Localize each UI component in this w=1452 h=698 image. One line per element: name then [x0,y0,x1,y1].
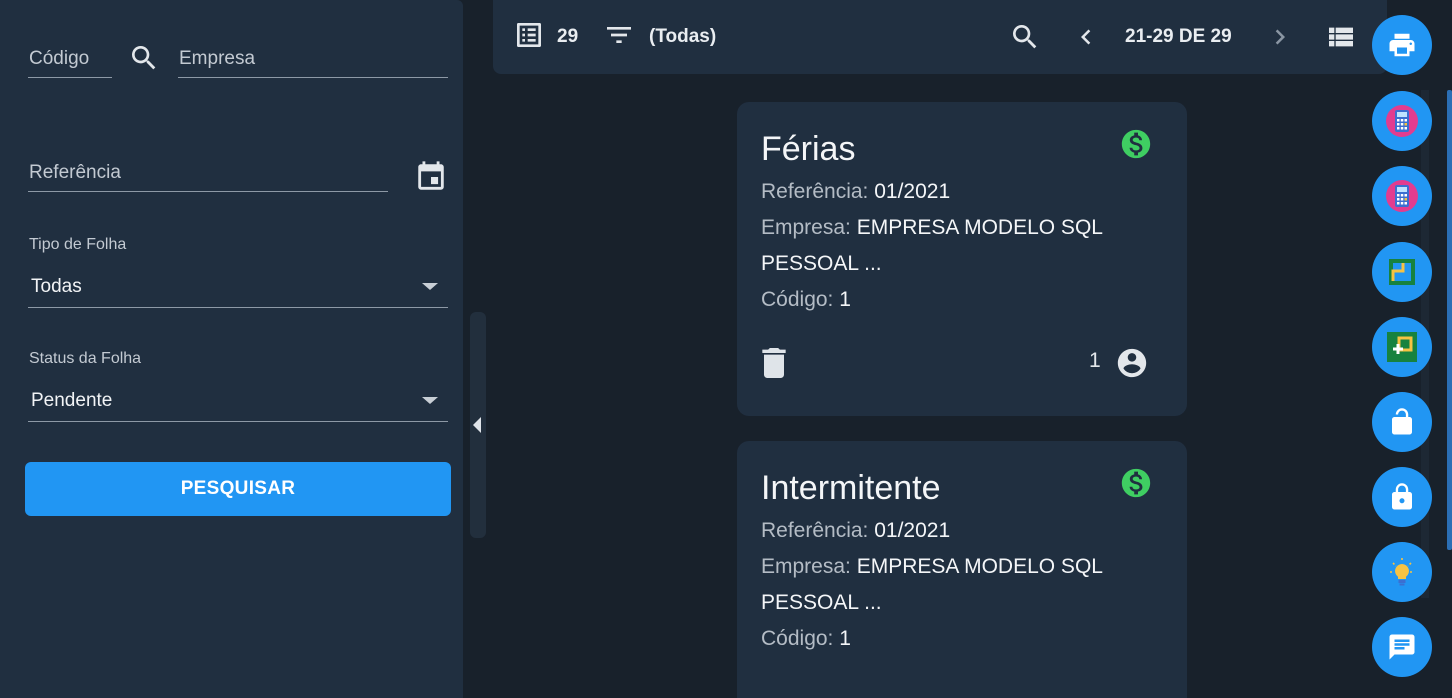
filter-label: (Todas) [649,26,717,47]
list-icon [513,19,545,56]
user-count: 1 [1089,349,1101,372]
pagination-text: 21-29 DE 29 [1125,26,1232,47]
corner-box-icon [1389,259,1415,285]
unlock-icon [1392,408,1412,435]
calculator-button[interactable] [1372,166,1432,226]
card-title: Intermitente [761,469,941,507]
toolbar: 29 (Todas) 21-29 DE 29 [493,0,1387,74]
pesquisar-button[interactable]: PESQUISAR [25,462,451,516]
card-referencia: Referência: 01/2021 [761,180,950,204]
codigo-key: Código: [761,627,834,650]
calculator-button[interactable] [1372,91,1432,151]
lock-icon [1392,483,1412,510]
card-title: Férias [761,130,856,168]
filter-button[interactable]: (Todas) [603,0,716,74]
calculator-icon [1386,105,1418,137]
calculator-icon [1386,180,1418,212]
codigo-placeholder: Código [29,48,90,69]
list-count: 29 [513,0,578,74]
add-box-icon [1387,332,1417,362]
card-empresa: Empresa: EMPRESA MODELO SQL [761,216,1103,240]
prev-page-icon[interactable] [1071,0,1101,74]
dollar-icon [1119,127,1153,161]
record-count: 29 [557,26,579,47]
unlock-button[interactable] [1372,392,1432,452]
print-icon [1389,33,1415,57]
tipo-folha-value: Todas [31,276,82,297]
status-folha-select[interactable]: Status da Folha Pendente [28,350,448,422]
search-icon[interactable] [128,42,160,74]
empresa-value: EMPRESA MODELO SQL [856,555,1103,578]
referencia-value: 01/2021 [874,519,951,542]
tipo-folha-label: Tipo de Folha [29,236,127,253]
add-box-button[interactable] [1372,317,1432,377]
account-circle-icon[interactable] [1115,346,1149,380]
next-page-icon[interactable] [1265,0,1295,74]
referencia-key: Referência: [761,180,869,203]
chevron-down-icon [422,283,438,290]
card-empresa: Empresa: EMPRESA MODELO SQL [761,555,1103,579]
card-referencia: Referência: 01/2021 [761,519,950,543]
chevron-down-icon [422,397,438,404]
codigo-field[interactable]: Código [28,44,112,78]
empresa-key: Empresa: [761,555,851,578]
referencia-value: 01/2021 [874,180,951,203]
card-codigo: Código: 1 [761,288,851,312]
scrollbar[interactable] [1447,90,1452,550]
empresa-placeholder: Empresa [179,48,256,69]
calendar-icon[interactable] [414,160,448,194]
chat-button[interactable] [1372,617,1432,677]
empresa-value: EMPRESA MODELO SQL [856,216,1103,239]
folha-card[interactable]: Férias Referência: 01/2021 Empresa: EMPR… [737,102,1187,416]
lock-button[interactable] [1372,467,1432,527]
filter-icon [603,19,635,56]
card-empresa-cont: PESSOAL ... [761,252,882,275]
toolbar-search-icon[interactable] [1009,0,1041,74]
lightbulb-icon [1390,558,1414,586]
print-button[interactable] [1372,15,1432,75]
collapse-panel-handle[interactable] [470,312,486,538]
codigo-value: 1 [839,288,851,311]
filter-panel: Código Empresa Referência Tipo de Folha … [0,0,463,698]
idea-button[interactable] [1372,542,1432,602]
codigo-value: 1 [839,627,851,650]
delete-icon[interactable] [761,348,787,378]
referencia-placeholder: Referência [29,162,121,183]
referencia-key: Referência: [761,519,869,542]
empresa-field[interactable]: Empresa [178,44,448,78]
corner-box-button[interactable] [1372,242,1432,302]
dollar-icon [1119,466,1153,500]
chevron-left-icon [473,417,481,433]
folha-card[interactable]: Intermitente Referência: 01/2021 Empresa… [737,441,1187,698]
status-folha-value: Pendente [31,390,113,411]
pagination-label: 21-29 DE 29 [1125,0,1232,74]
card-empresa-cont: PESSOAL ... [761,591,882,614]
status-folha-label: Status da Folha [29,350,142,367]
view-list-icon[interactable] [1325,0,1357,74]
codigo-key: Código: [761,288,834,311]
tipo-folha-select[interactable]: Tipo de Folha Todas [28,236,448,308]
empresa-key: Empresa: [761,216,851,239]
chat-icon [1389,634,1415,660]
card-codigo: Código: 1 [761,627,851,651]
referencia-field[interactable]: Referência [28,158,388,192]
